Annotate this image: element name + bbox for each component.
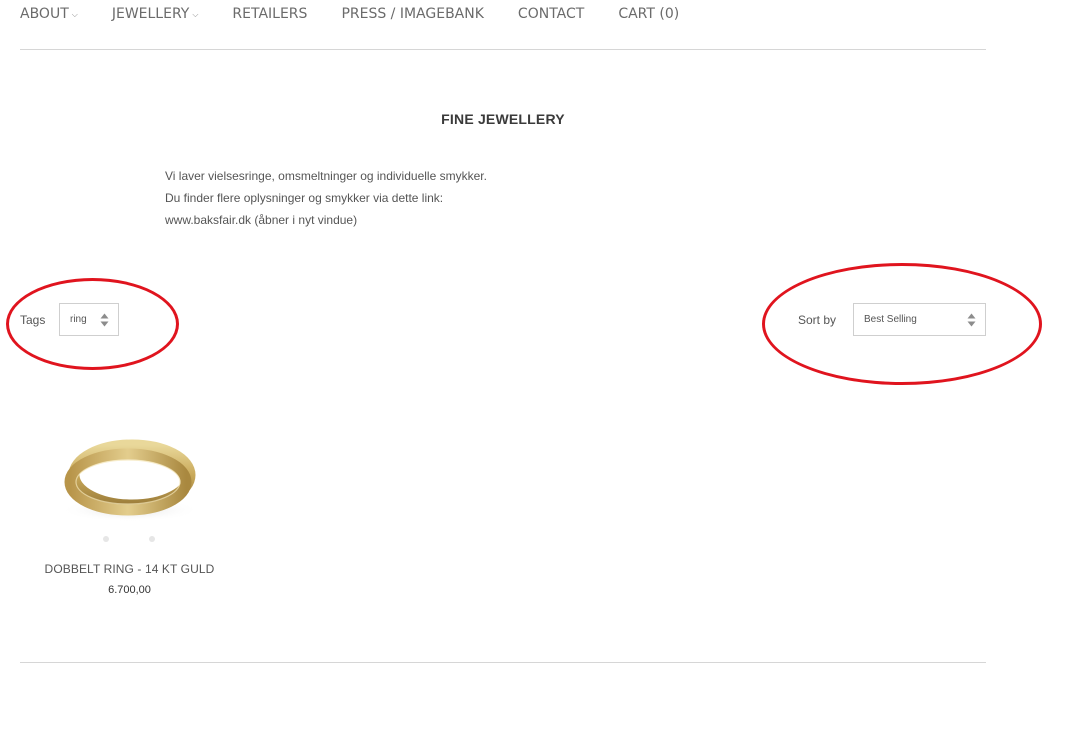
tags-select-value: ring xyxy=(70,314,87,325)
description-line: Du finder flere oplysninger og smykker v… xyxy=(165,191,444,205)
baksfair-link[interactable]: www.baksfair.dk (åbner i nyt vindue) xyxy=(165,209,487,231)
gold-double-ring-image[interactable] xyxy=(20,400,239,550)
select-arrows-icon xyxy=(967,313,976,327)
nav-jewellery-label: JEWELLERY xyxy=(111,6,190,22)
product-price: 6.700,00 xyxy=(108,584,151,596)
description-line: Vi laver vielsesringe, omsmeltninger og … xyxy=(165,169,487,183)
sort-label: Sort by xyxy=(798,313,837,327)
main-navigation: ABOUT ⌵ JEWELLERY ⌵ RETAILERS PRESS / IM… xyxy=(20,0,986,28)
chevron-down-icon: ⌵ xyxy=(192,10,199,19)
sort-select-value: Best Selling xyxy=(864,314,917,325)
nav-retailers[interactable]: RETAILERS xyxy=(232,6,307,22)
product-name[interactable]: DOBBELT RING - 14 KT GULD xyxy=(20,562,239,576)
page-title: FINE JEWELLERY xyxy=(441,111,565,127)
header-divider xyxy=(20,49,986,50)
nav-press-label: PRESS / IMAGEBANK xyxy=(341,6,484,22)
nav-cart[interactable]: CART (0) xyxy=(618,6,679,22)
nav-contact-label: CONTACT xyxy=(517,6,585,22)
nav-press-imagebank[interactable]: PRESS / IMAGEBANK xyxy=(341,6,483,22)
nav-about-label: ABOUT xyxy=(20,6,69,22)
nav-jewellery[interactable]: JEWELLERY ⌵ xyxy=(112,6,199,22)
nav-cart-label: CART (0) xyxy=(618,6,680,22)
tags-select[interactable]: ring xyxy=(59,303,119,336)
nav-about[interactable]: ABOUT ⌵ xyxy=(20,6,78,22)
product-card: DOBBELT RING - 14 KT GULD 6.700,00 xyxy=(20,400,239,596)
nav-retailers-label: RETAILERS xyxy=(232,6,308,22)
collection-description: Vi laver vielsesringe, omsmeltninger og … xyxy=(165,165,487,231)
footer-divider xyxy=(20,662,986,663)
chevron-down-icon: ⌵ xyxy=(71,10,78,19)
nav-contact[interactable]: CONTACT xyxy=(518,6,584,22)
select-arrows-icon xyxy=(100,313,109,327)
sort-select[interactable]: Best Selling xyxy=(853,303,986,336)
tags-label: Tags xyxy=(20,313,46,327)
